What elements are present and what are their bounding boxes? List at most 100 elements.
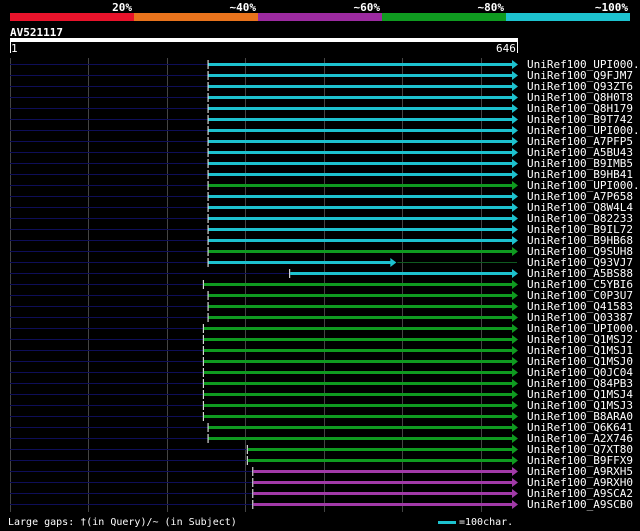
hit-unaligned-line (10, 185, 209, 186)
hit-start-marker (246, 456, 248, 465)
hit-bar (208, 228, 513, 231)
hit-bar (208, 63, 513, 66)
hit-start-marker (207, 104, 209, 113)
hit-bar (208, 74, 513, 77)
hit-unaligned-line (10, 438, 209, 439)
hit-arrow (512, 60, 518, 69)
hit-start-marker (252, 489, 254, 498)
hit-start-marker (207, 236, 209, 245)
hit-arrow (512, 225, 518, 234)
hit-bar (208, 85, 513, 88)
hit-arrow (512, 291, 518, 300)
hit-arrow (512, 467, 518, 476)
hit-unaligned-line (10, 64, 209, 65)
hit-arrow (512, 302, 518, 311)
hit-arrow (512, 346, 518, 355)
hit-unaligned-line (10, 284, 204, 285)
hit-start-marker (207, 203, 209, 212)
hit-unaligned-line (10, 75, 209, 76)
hit-bar (208, 437, 513, 440)
hit-unaligned-line (10, 130, 209, 131)
hit-bar (208, 206, 513, 209)
hit-unaligned-line (10, 262, 209, 263)
hit-start-marker (207, 126, 209, 135)
hit-arrow (512, 214, 518, 223)
hit-bar (203, 327, 513, 330)
hit-start-marker (207, 181, 209, 190)
hit-bar (208, 217, 513, 220)
hit-arrow (512, 324, 518, 333)
hit-unaligned-line (10, 306, 209, 307)
hit-bar (208, 426, 513, 429)
hit-bar (247, 459, 513, 462)
hit-start-marker (207, 192, 209, 201)
hit-bar (208, 151, 513, 154)
hit-unaligned-line (10, 295, 209, 296)
hit-tail-line (397, 262, 517, 263)
hit-arrow (512, 313, 518, 322)
hit-unaligned-line (10, 361, 204, 362)
scale-bar (438, 521, 456, 524)
hit-bar (253, 503, 513, 506)
hit-start-marker (207, 137, 209, 146)
hit-arrow (512, 159, 518, 168)
hit-start-marker (207, 148, 209, 157)
hit-unaligned-line (10, 504, 254, 505)
hit-unaligned-line (10, 416, 204, 417)
hit-start-marker (207, 159, 209, 168)
hit-start-marker (202, 335, 204, 344)
hit-bar (208, 195, 513, 198)
hit-arrow (512, 335, 518, 344)
hit-start-marker (252, 467, 254, 476)
hit-start-marker (202, 379, 204, 388)
hit-start-marker (207, 423, 209, 432)
hit-start-marker (289, 269, 291, 278)
hit-unaligned-line (10, 449, 248, 450)
hit-bar (208, 305, 513, 308)
hit-arrow (512, 434, 518, 443)
hit-unaligned-line (10, 152, 209, 153)
hit-arrow (512, 137, 518, 146)
hit-bar (208, 96, 513, 99)
hit-bar (208, 294, 513, 297)
hit-start-marker (202, 401, 204, 410)
hit-arrow (512, 93, 518, 102)
hit-start-marker (207, 291, 209, 300)
hit-start-marker (207, 247, 209, 256)
hit-arrow (390, 258, 397, 267)
hit-unaligned-line (10, 240, 209, 241)
hit-bar (253, 492, 513, 495)
hit-unaligned-line (10, 471, 254, 472)
hit-arrow (512, 104, 518, 113)
hit-arrow (512, 280, 518, 289)
hit-bar (253, 470, 513, 473)
hit-label[interactable]: UniRef100_A9SCB0 (527, 499, 633, 510)
hit-start-marker (202, 280, 204, 289)
hit-arrow (512, 148, 518, 157)
hit-unaligned-line (10, 163, 209, 164)
hit-bar (203, 283, 513, 286)
hit-unaligned-line (10, 339, 204, 340)
hit-bar (208, 261, 392, 264)
hit-arrow (512, 192, 518, 201)
hit-bar (208, 129, 513, 132)
hit-bar (208, 140, 513, 143)
hit-bar (247, 448, 513, 451)
hit-arrow (512, 236, 518, 245)
hit-arrow (512, 181, 518, 190)
hit-arrow (512, 412, 518, 421)
hit-bar (203, 404, 513, 407)
hit-unaligned-line (10, 482, 254, 483)
hit-unaligned-line (10, 328, 204, 329)
hit-arrow (512, 401, 518, 410)
hit-bar (208, 107, 513, 110)
hit-start-marker (202, 324, 204, 333)
hit-arrow (512, 203, 518, 212)
hit-bar (203, 371, 513, 374)
hit-bar (208, 184, 513, 187)
hit-start-marker (207, 82, 209, 91)
hit-unaligned-line (10, 493, 254, 494)
hit-arrow (512, 445, 518, 454)
gap-legend-text: Large gaps: †(in Query)/~ (in Subject) (8, 517, 237, 528)
hit-bar (203, 382, 513, 385)
